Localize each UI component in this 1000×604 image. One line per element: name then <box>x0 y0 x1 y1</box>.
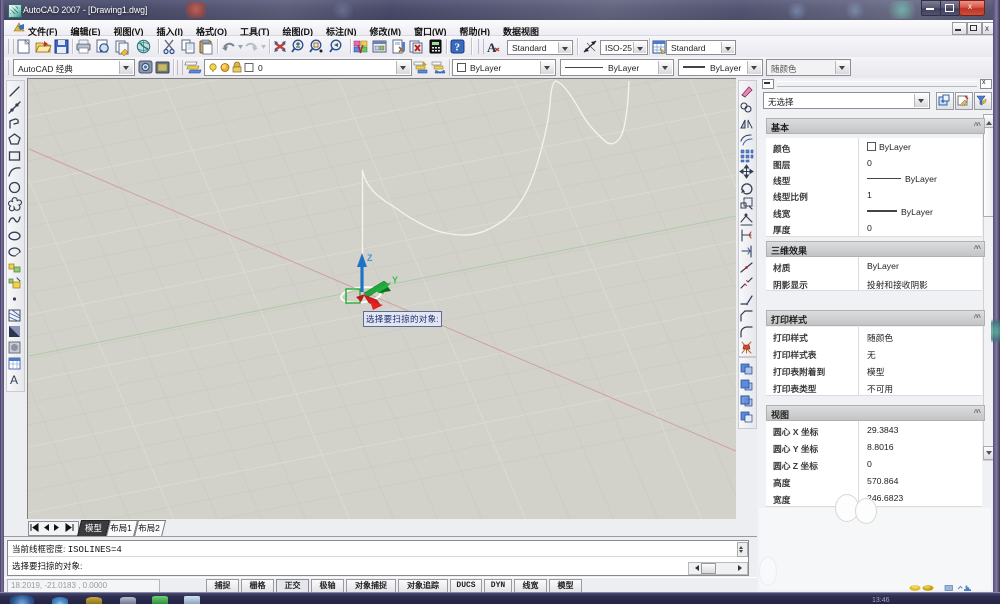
svg-text:A: A <box>487 40 497 55</box>
svg-text:A: A <box>10 373 18 387</box>
svg-text:?: ? <box>455 42 461 54</box>
svg-text:Y: Y <box>392 275 398 285</box>
svg-text:Z: Z <box>367 253 373 263</box>
